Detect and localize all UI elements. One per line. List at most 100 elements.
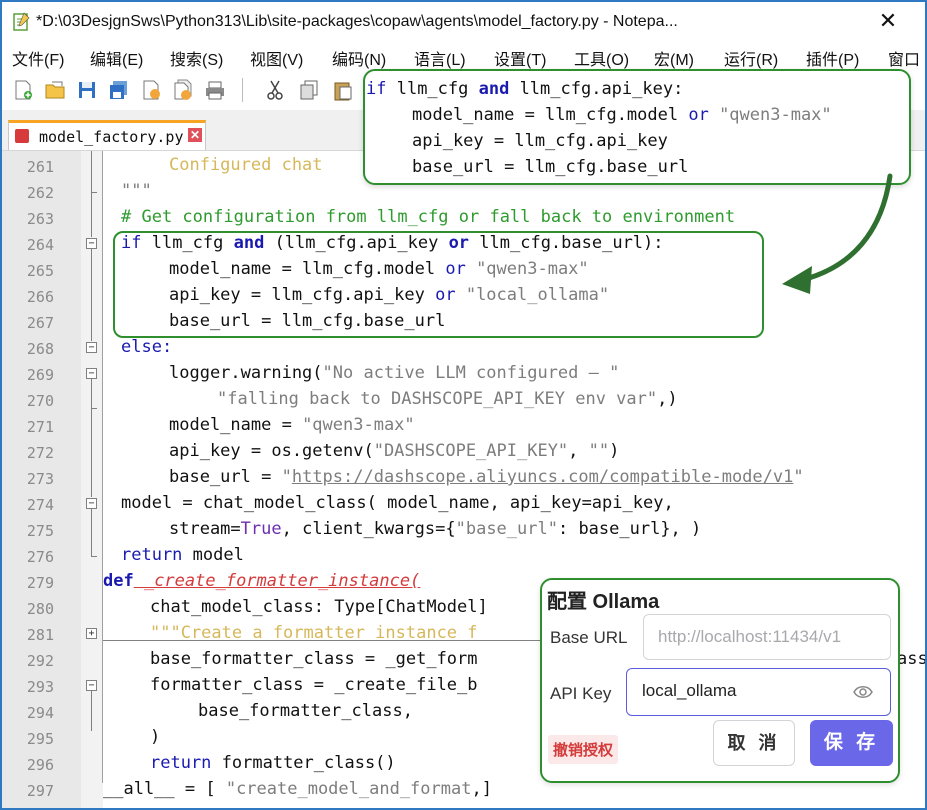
fold-toggle-icon[interactable]: − (86, 680, 97, 691)
fold-toggle-icon[interactable]: − (86, 342, 97, 353)
fold-toggle-icon[interactable]: − (86, 238, 97, 249)
line-number: 273 (26, 470, 54, 488)
menu-macro[interactable]: 宏(M) (654, 46, 694, 70)
line-number: 272 (26, 444, 54, 462)
eye-icon[interactable] (853, 682, 873, 702)
toolbar-separator (242, 78, 243, 102)
code-line-274: model = chat_model_class( model_name, ap… (121, 493, 674, 513)
menu-language[interactable]: 语言(L) (414, 46, 466, 70)
line-number: 265 (26, 262, 54, 280)
menu-search[interactable]: 搜索(S) (170, 46, 223, 70)
code-line-279: def _create_formatter_instance( (103, 571, 421, 591)
fold-expand-icon[interactable]: + (86, 628, 97, 639)
highlight-box (113, 231, 764, 338)
line-number: 264 (26, 236, 54, 254)
original-code-callout: if llm_cfg and llm_cfg.api_key: model_na… (363, 69, 911, 185)
fold-line (91, 509, 92, 557)
code-line-271: model_name = "qwen3-max" (169, 415, 415, 435)
fold-end-marker (91, 556, 97, 557)
base-url-placeholder: http://localhost:11434/v1 (658, 627, 842, 646)
code-line-296: return formatter_class() (150, 753, 396, 773)
save-all-icon[interactable] (108, 79, 130, 101)
menu-window[interactable]: 窗口 (888, 46, 920, 70)
code-line-281: """Create a formatter instance f (150, 623, 478, 643)
open-folder-icon[interactable] (44, 79, 66, 101)
tab-label: model_factory.py (39, 128, 184, 146)
menu-plugins[interactable]: 插件(P) (806, 46, 859, 70)
callout-line-4: base_url = llm_cfg.base_url (412, 157, 689, 177)
menu-edit[interactable]: 编辑(E) (90, 46, 143, 70)
paste-icon[interactable] (332, 79, 354, 101)
code-line-273: base_url = "https://dashscope.aliyuncs.c… (169, 467, 804, 487)
line-number: 269 (26, 366, 54, 384)
line-number: 263 (26, 210, 54, 228)
notepadpp-window: *D:\03DesjgnSws\Python313\Lib\site-packa… (0, 0, 927, 810)
tab-model-factory[interactable]: model_factory.py ✕ (8, 120, 206, 150)
api-key-value: local_ollama (642, 681, 737, 700)
fold-end-marker (91, 408, 97, 409)
code-line-268: else: (121, 337, 173, 357)
menu-settings[interactable]: 设置(T) (494, 46, 546, 70)
tab-close-icon[interactable]: ✕ (188, 128, 202, 142)
save-button[interactable]: 保 存 (810, 720, 893, 766)
revoke-authorization-button[interactable]: 撤销授权 (548, 735, 619, 764)
menu-run[interactable]: 运行(R) (724, 46, 778, 70)
line-number: 280 (26, 600, 54, 618)
line-number: 281 (26, 626, 54, 644)
card-title: 配置 Ollama (547, 591, 660, 613)
fold-line (91, 379, 92, 497)
line-number: 262 (26, 184, 54, 202)
menu-file[interactable]: 文件(F) (12, 46, 64, 70)
title-bar: *D:\03DesjgnSws\Python313\Lib\site-packa… (2, 2, 925, 42)
fold-margin (81, 151, 103, 808)
fold-line (91, 151, 92, 237)
line-number: 266 (26, 288, 54, 306)
callout-line-1: if llm_cfg and llm_cfg.api_key: (366, 79, 684, 99)
line-number: 279 (26, 574, 54, 592)
base-url-label: Base URL (550, 628, 628, 647)
line-number: 296 (26, 756, 54, 774)
close-window-button[interactable]: ✕ (868, 6, 908, 36)
code-line-292-tail: ass (897, 649, 927, 669)
fold-toggle-icon[interactable]: − (86, 368, 97, 379)
callout-line-3: api_key = llm_cfg.api_key (412, 131, 668, 151)
code-line-297: __all__ = [ "create_model_and_format,] (103, 779, 492, 799)
print-icon[interactable] (204, 79, 226, 101)
fold-line (91, 691, 92, 731)
close-file-icon[interactable] (140, 79, 162, 101)
ollama-settings-card: 配置 Ollama Base URL http://localhost:1143… (540, 578, 900, 783)
line-number: 294 (26, 704, 54, 722)
menu-bar: 文件(F) 编辑(E) 搜索(S) 视图(V) 编码(N) 语言(L) 设置(T… (2, 42, 925, 70)
fold-toggle-icon[interactable]: − (86, 498, 97, 509)
line-number: 274 (26, 496, 54, 514)
url-link[interactable]: https://dashscope.aliyuncs.com/compatibl… (292, 467, 794, 487)
save-icon[interactable] (76, 79, 98, 101)
code-line-270: "falling back to DASHSCOPE_API_KEY env v… (217, 389, 678, 409)
copy-icon[interactable] (298, 79, 320, 101)
line-number: 276 (26, 548, 54, 566)
new-file-icon[interactable] (12, 79, 34, 101)
close-all-icon[interactable] (172, 79, 194, 101)
code-line-262: """ (121, 181, 152, 201)
menu-tools[interactable]: 工具(O) (574, 46, 629, 70)
cut-icon[interactable] (264, 79, 286, 101)
unsaved-icon (15, 129, 29, 143)
code-line-295: ) (150, 727, 161, 747)
code-line-263: # Get configuration from llm_cfg or fall… (121, 207, 736, 227)
code-line-272: api_key = os.getenv("DASHSCOPE_API_KEY",… (169, 441, 620, 461)
menu-encoding[interactable]: 编码(N) (332, 46, 386, 70)
code-line-294: base_formatter_class, (198, 701, 413, 721)
code-line-275: stream=True, client_kwargs={"base_url": … (169, 519, 702, 539)
callout-line-2: model_name = llm_cfg.model or "qwen3-max… (412, 105, 832, 125)
code-line-261: Configured chat (169, 155, 323, 175)
fold-line (102, 151, 103, 783)
curved-arrow-icon (782, 173, 893, 294)
api-key-input[interactable]: local_ollama (626, 668, 891, 716)
cancel-button[interactable]: 取 消 (713, 720, 795, 766)
menu-view[interactable]: 视图(V) (250, 46, 303, 70)
api-key-label: API Key (550, 684, 612, 703)
code-line-276: return model (121, 545, 244, 565)
base-url-input[interactable]: http://localhost:11434/v1 (643, 614, 891, 660)
line-number: 261 (26, 158, 54, 176)
line-number: 267 (26, 314, 54, 332)
